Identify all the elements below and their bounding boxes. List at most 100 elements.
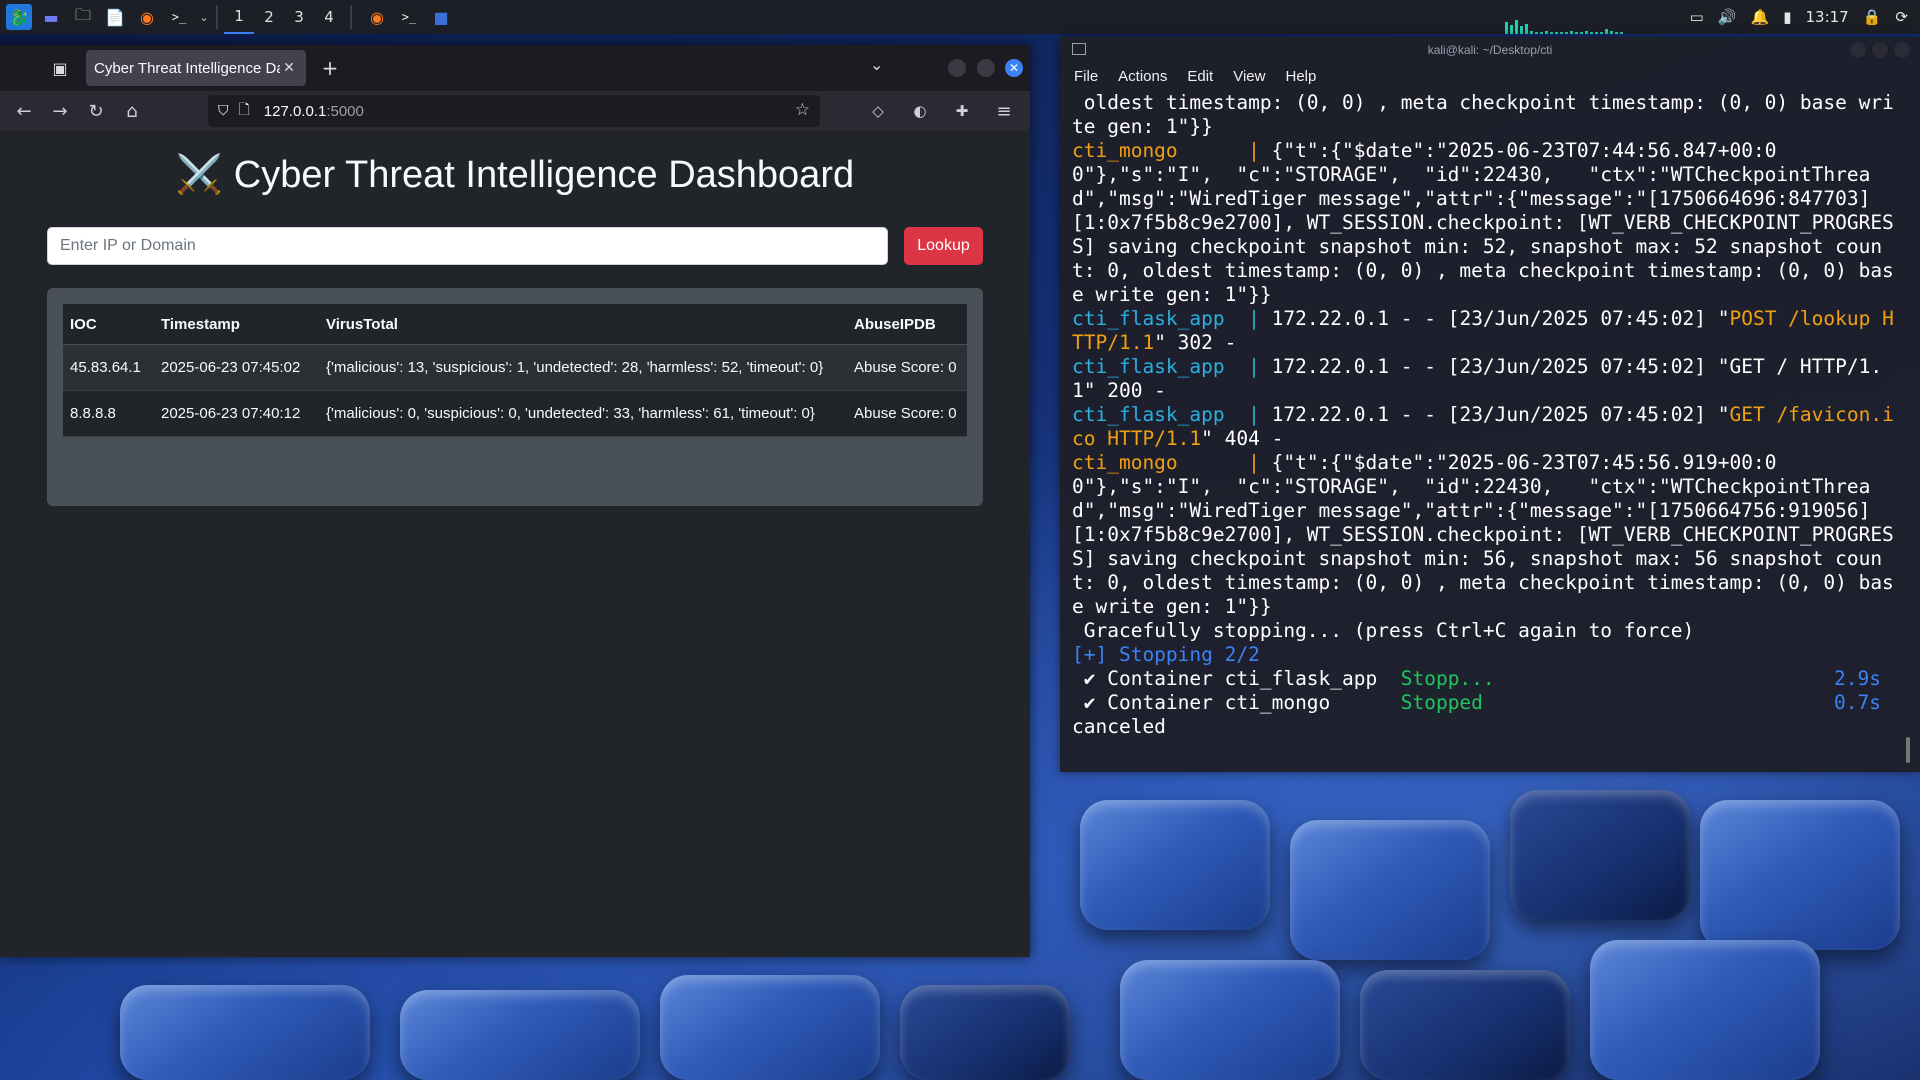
- tab-dashboard[interactable]: Cyber Threat Intelligence Da ✕: [86, 50, 306, 86]
- volume-icon[interactable]: 🔊: [1718, 8, 1737, 26]
- terminal-line: canceled: [1072, 715, 1166, 738]
- lookup-button[interactable]: Lookup: [904, 227, 983, 265]
- flask-log-text: " 302 -: [1154, 331, 1237, 354]
- flask-log-text: " 404 -: [1201, 427, 1284, 450]
- crossed-swords-icon: ⚔️: [175, 154, 224, 196]
- terminal-line: Gracefully stopping... (press Ctrl+C aga…: [1072, 619, 1695, 642]
- page-title-text: Cyber Threat Intelligence Dashboard: [233, 154, 855, 196]
- menu-edit[interactable]: Edit: [1187, 68, 1213, 85]
- forward-button[interactable]: →: [42, 93, 78, 129]
- url-host: 127.0.0.1: [263, 102, 327, 120]
- reload-button[interactable]: ↻: [78, 93, 114, 129]
- menu-view[interactable]: View: [1233, 68, 1265, 85]
- taskbar-separator: [350, 5, 352, 29]
- menu-help[interactable]: Help: [1285, 68, 1316, 85]
- results-table: IOC Timestamp VirusTotal AbuseIPDB 45.83…: [63, 304, 967, 437]
- chevron-down-icon[interactable]: ⌄: [198, 4, 210, 30]
- terminal-line: oldest timestamp: (0, 0) , meta checkpoi…: [1072, 91, 1894, 138]
- new-tab-button[interactable]: +: [312, 50, 348, 86]
- minimize-button[interactable]: [948, 59, 966, 77]
- cpu-graph: [1505, 8, 1635, 34]
- flask-log-text: 172.22.0.1 - - [23/Jun/2025 07:45:02] ": [1271, 403, 1730, 426]
- taskbar: 🐉 ▬ 🗀 📄 ◉ >_ ⌄ 1 2 3 4 ◉ >_ ■ ▭ 🔊 🔔 ▮ 13…: [0, 0, 1920, 34]
- terminal-minimize-button[interactable]: [1850, 42, 1866, 58]
- column-header-ioc: IOC: [63, 304, 154, 345]
- tab-strip: ▣ Cyber Threat Intelligence Da ✕ + ⌄ ✕: [0, 45, 1030, 91]
- container-state: Stopp...: [1400, 667, 1495, 690]
- close-icon[interactable]: ✕: [280, 60, 298, 76]
- workspace-2[interactable]: 2: [254, 0, 284, 34]
- window-close-button[interactable]: ✕: [1005, 59, 1023, 77]
- terminal-window-icon[interactable]: >_: [396, 4, 422, 30]
- workspace-4[interactable]: 4: [314, 0, 344, 34]
- column-header-virustotal: VirusTotal: [319, 304, 847, 345]
- results-card: IOC Timestamp VirusTotal AbuseIPDB 45.83…: [47, 288, 983, 506]
- clock[interactable]: 13:17: [1806, 8, 1849, 26]
- back-button[interactable]: ←: [6, 93, 42, 129]
- hamburger-menu-icon[interactable]: ≡: [986, 93, 1022, 129]
- cell-ioc: 8.8.8.8: [63, 390, 154, 437]
- terminal-line: cti_flask_app | 172.22.0.1 - - [23/Jun/2…: [1072, 355, 1895, 403]
- menu-actions[interactable]: Actions: [1118, 68, 1167, 85]
- text-editor-icon[interactable]: 📄: [102, 4, 128, 30]
- notification-bell-icon[interactable]: 🔔: [1751, 8, 1770, 26]
- firefox-launcher-icon[interactable]: ◉: [134, 4, 160, 30]
- file-manager-icon[interactable]: 🗀: [70, 4, 96, 30]
- workspace-3[interactable]: 3: [284, 0, 314, 34]
- lock-icon[interactable]: 🔒: [1863, 8, 1882, 26]
- kali-menu-icon[interactable]: 🐉: [6, 4, 32, 30]
- page-icon: 🗋: [238, 102, 250, 118]
- container-name: ✔ Container cti_flask_app: [1072, 667, 1401, 690]
- bookmark-star-icon[interactable]: ☆: [795, 100, 810, 120]
- url-bar[interactable]: ⛉ 🗋 127.0.0.1:5000 ☆: [208, 95, 820, 127]
- account-icon[interactable]: ◐: [902, 93, 938, 129]
- folder-window-icon[interactable]: ■: [428, 4, 454, 30]
- battery-icon[interactable]: ▮: [1783, 8, 1791, 26]
- extensions-icon[interactable]: ✚: [944, 93, 980, 129]
- terminal-maximize-button[interactable]: [1872, 42, 1888, 58]
- page-title: ⚔️ Cyber Threat Intelligence Dashboard: [0, 153, 1030, 197]
- firefox-view-icon[interactable]: ▣: [40, 48, 80, 88]
- home-button[interactable]: ⌂: [114, 93, 150, 129]
- flask-log-prefix: cti_flask_app: [1072, 355, 1237, 378]
- log-pipe: |: [1236, 139, 1272, 162]
- menu-file[interactable]: File: [1074, 68, 1098, 85]
- log-pipe: |: [1236, 451, 1272, 474]
- terminal-launcher-icon[interactable]: >_: [166, 4, 192, 30]
- flask-log-text: 172.22.0.1 - - [23/Jun/2025 07:45:02] ": [1271, 307, 1730, 330]
- terminal-line: ✔ Container cti_flask_app Stopp... 2.9s: [1072, 667, 1895, 691]
- cell-timestamp: 2025-06-23 07:40:12: [154, 390, 319, 437]
- workspace-1[interactable]: 1: [224, 0, 254, 34]
- terminal-line: cti_flask_app | 172.22.0.1 - - [23/Jun/2…: [1072, 403, 1895, 451]
- terminal-menubar: File Actions Edit View Help: [1060, 63, 1920, 89]
- pocket-icon[interactable]: ◇: [860, 93, 896, 129]
- cell-abuseipdb: Abuse Score: 0: [847, 344, 967, 391]
- taskbar-separator: [216, 5, 218, 29]
- maximize-button[interactable]: [977, 59, 995, 77]
- terminal-title: kali@kali: ~/Desktop/cti: [1427, 43, 1553, 57]
- terminal-icon: [1072, 43, 1086, 55]
- table-row: 8.8.8.8 2025-06-23 07:40:12 {'malicious'…: [63, 390, 967, 437]
- flask-log-prefix: cti_flask_app: [1072, 403, 1237, 426]
- ioc-search-input[interactable]: [47, 227, 888, 265]
- power-icon[interactable]: ⟳: [1895, 8, 1908, 26]
- terminal-scrollbar[interactable]: [1906, 737, 1910, 763]
- terminal-line: [+] Stopping 2/2: [1072, 643, 1260, 666]
- mongo-log-message: {"t":{"$date":"2025-06-23T07:44:56.847+0…: [1072, 139, 1894, 306]
- show-desktop-icon[interactable]: ▬: [38, 4, 64, 30]
- log-pipe: |: [1236, 355, 1272, 378]
- terminal-output[interactable]: oldest timestamp: (0, 0) , meta checkpoi…: [1060, 89, 1905, 739]
- terminal-close-button[interactable]: [1894, 42, 1910, 58]
- terminal-line: cti_flask_app | 172.22.0.1 - - [23/Jun/2…: [1072, 307, 1895, 355]
- display-icon[interactable]: ▭: [1690, 8, 1704, 26]
- chevron-down-icon[interactable]: ⌄: [870, 55, 883, 74]
- log-pipe: |: [1236, 307, 1272, 330]
- page-content: ⚔️ Cyber Threat Intelligence Dashboard L…: [0, 131, 1030, 957]
- table-header-row: IOC Timestamp VirusTotal AbuseIPDB: [63, 304, 967, 345]
- cell-abuseipdb: Abuse Score: 0: [847, 390, 967, 437]
- url-port: :5000: [326, 102, 364, 120]
- firefox-window-icon[interactable]: ◉: [364, 4, 390, 30]
- shield-icon[interactable]: ⛉: [218, 103, 229, 119]
- log-pipe: |: [1236, 403, 1272, 426]
- terminal-line: cti_mongo | {"t":{"$date":"2025-06-23T07…: [1072, 139, 1895, 307]
